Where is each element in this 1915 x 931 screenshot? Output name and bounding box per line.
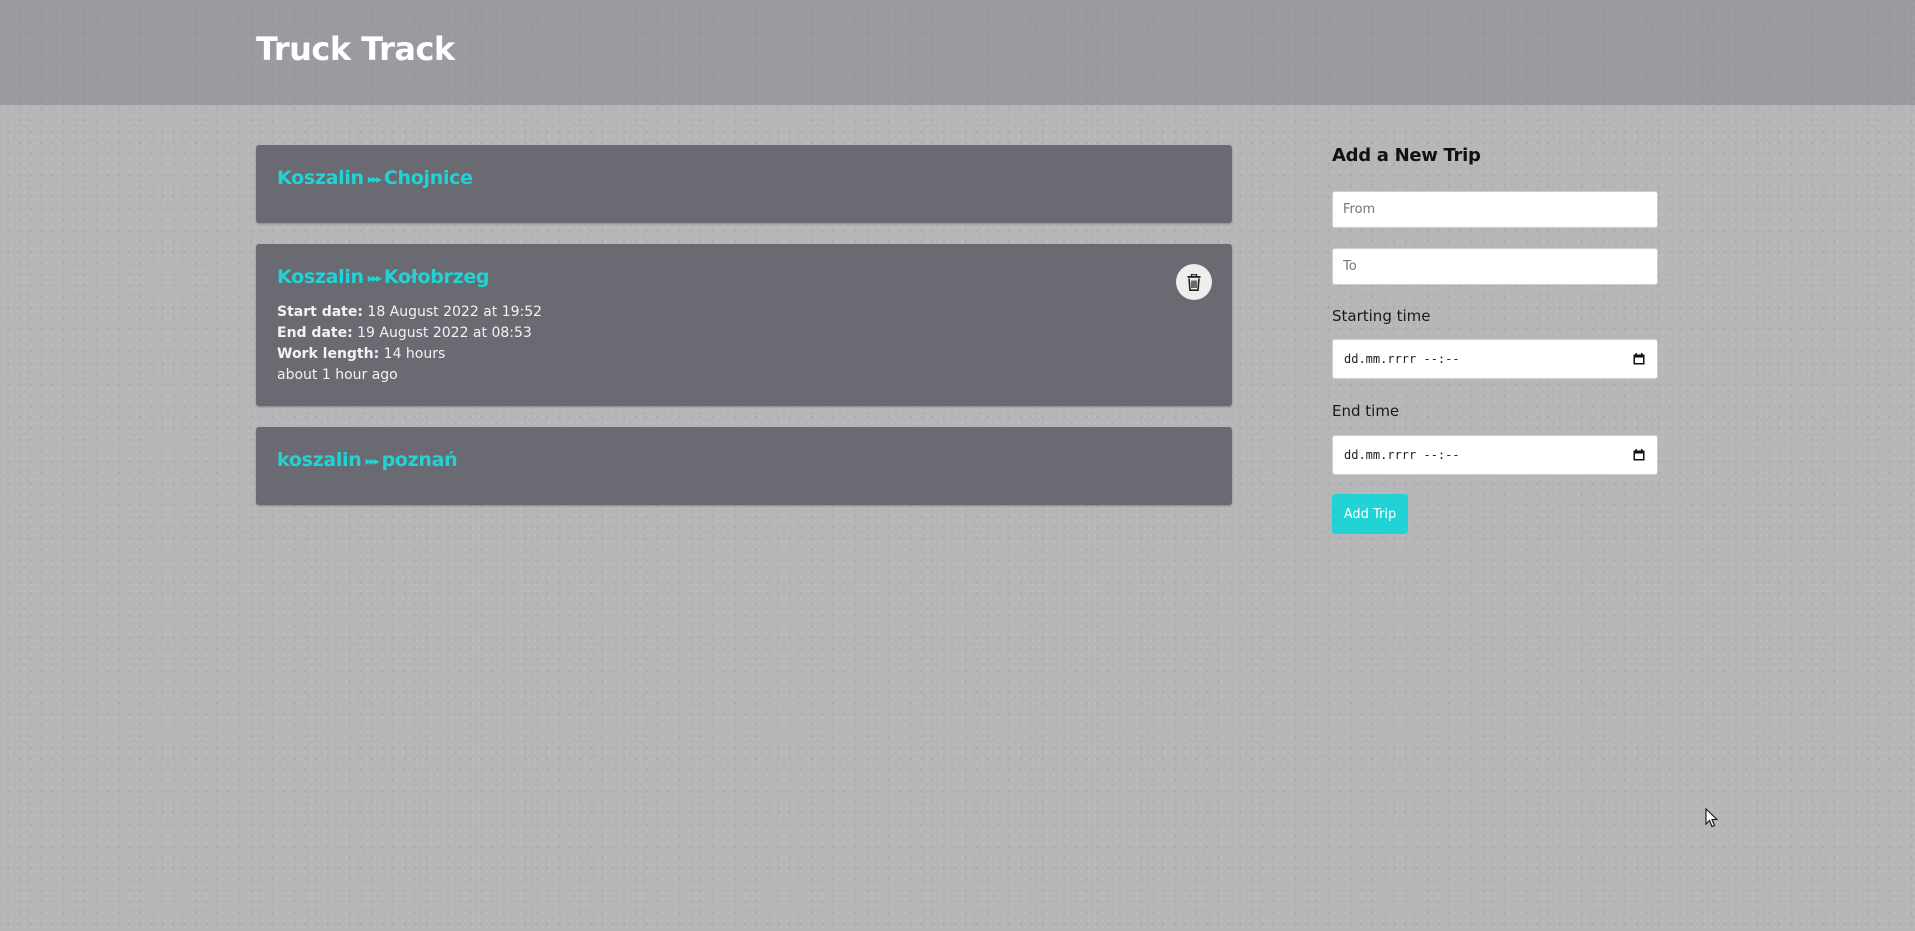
- mouse-pointer-icon: [1705, 808, 1718, 828]
- app-header: Truck Track: [0, 0, 1915, 105]
- form-title: Add a New Trip: [1332, 145, 1481, 166]
- starting-time-value: dd.mm.rrrr --:--: [1344, 352, 1460, 366]
- start-date-row: Start date: 18 August 2022 at 19:52: [277, 302, 542, 323]
- start-date-value: 18 August 2022 at 19:52: [367, 304, 543, 320]
- to-input[interactable]: [1332, 248, 1658, 285]
- add-trip-button[interactable]: Add Trip: [1332, 494, 1408, 534]
- end-date-value: 19 August 2022 at 08:53: [357, 325, 532, 341]
- route-arrow-icon: ▸▸▸: [367, 270, 382, 285]
- start-date-label: Start date:: [277, 304, 363, 320]
- trip-from: Koszalin: [277, 266, 364, 288]
- trip-route[interactable]: Koszalin ▸▸▸ Chojnice: [277, 167, 473, 189]
- trip-from: koszalin: [277, 449, 362, 471]
- trip-from: Koszalin: [277, 167, 364, 189]
- calendar-icon[interactable]: [1633, 449, 1645, 461]
- calendar-icon[interactable]: [1633, 353, 1645, 365]
- end-date-label: End date:: [277, 325, 353, 341]
- trip-card[interactable]: Koszalin ▸▸▸ Chojnice: [256, 145, 1232, 223]
- route-arrow-icon: ▸▸▸: [365, 453, 380, 468]
- from-input[interactable]: [1332, 191, 1658, 228]
- trip-to: Kołobrzeg: [383, 266, 490, 288]
- starting-time-input[interactable]: dd.mm.rrrr --:--: [1332, 339, 1658, 379]
- delete-trip-button[interactable]: [1176, 264, 1212, 300]
- app-title: Truck Track: [256, 30, 455, 68]
- trip-card[interactable]: koszalin ▸▸▸ poznań: [256, 427, 1232, 505]
- work-length-label: Work length:: [277, 346, 380, 362]
- work-length-row: Work length: 14 hours: [277, 344, 542, 365]
- trip-card-expanded[interactable]: Koszalin ▸▸▸ Kołobrzeg Start date: 18 Augu…: [256, 244, 1232, 406]
- work-length-value: 14 hours: [383, 346, 446, 362]
- trip-to: poznań: [381, 449, 458, 471]
- trash-icon: [1187, 273, 1201, 291]
- starting-time-label: Starting time: [1332, 307, 1431, 325]
- relative-time: about 1 hour ago: [277, 367, 398, 383]
- end-date-row: End date: 19 August 2022 at 08:53: [277, 323, 542, 344]
- end-time-label: End time: [1332, 402, 1400, 420]
- end-time-input[interactable]: dd.mm.rrrr --:--: [1332, 435, 1658, 475]
- trip-to: Chojnice: [383, 167, 473, 189]
- route-arrow-icon: ▸▸▸: [367, 171, 382, 186]
- trip-details: Start date: 18 August 2022 at 19:52 End …: [277, 302, 542, 386]
- end-time-value: dd.mm.rrrr --:--: [1344, 448, 1460, 462]
- trip-route[interactable]: koszalin ▸▸▸ poznań: [277, 449, 458, 471]
- trip-route[interactable]: Koszalin ▸▸▸ Kołobrzeg: [277, 266, 490, 288]
